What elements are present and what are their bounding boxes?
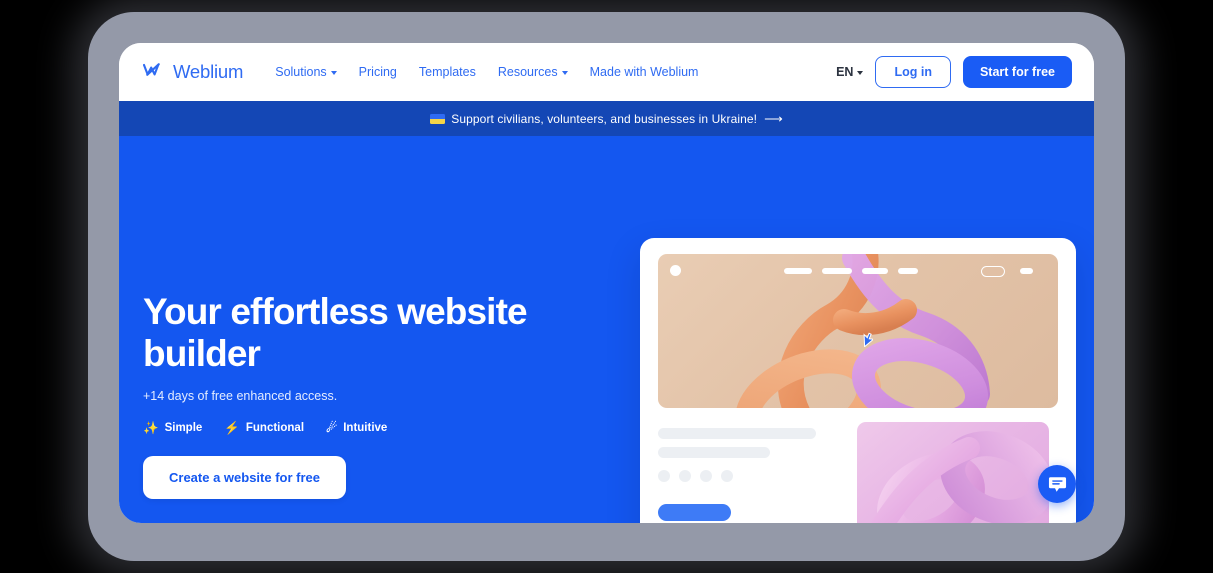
- lightning-bolt-icon: ⚡: [224, 420, 240, 435]
- weblium-logo-mark-icon: [142, 62, 166, 83]
- mockup-nav-bar: [898, 268, 918, 274]
- menu-item-label: Pricing: [358, 65, 397, 79]
- mockup-dot: [679, 470, 691, 482]
- feature-badge-label: Intuitive: [343, 421, 388, 434]
- chevron-down-icon: [330, 71, 337, 75]
- hero-section: Your effortless website builder +14 days…: [119, 136, 1094, 523]
- menu-item-pricing[interactable]: Pricing: [359, 65, 397, 79]
- mockup-text-line: [658, 428, 816, 439]
- hero-title: Your effortless website builder: [143, 291, 528, 374]
- start-for-free-button[interactable]: Start for free: [962, 56, 1072, 88]
- menu-item-resources[interactable]: Resources: [498, 65, 568, 79]
- mockup-nav-placeholders: [658, 265, 1058, 277]
- mockup-nav-bar: [1020, 268, 1033, 274]
- mockup-dot: [721, 470, 733, 482]
- brand-logo[interactable]: Weblium: [142, 61, 244, 83]
- abstract-3d-pink-knot-illustration: [870, 431, 1049, 523]
- menu-item-label: Resources: [497, 65, 558, 79]
- support-ukraine-banner[interactable]: Support civilians, volunteers, and busin…: [119, 101, 1094, 136]
- main-menu: Solutions Pricing Templates Resources Ma…: [275, 65, 698, 79]
- mockup-nav-bar: [862, 268, 888, 274]
- mockup-nav-pill: [981, 265, 1005, 277]
- menu-item-templates[interactable]: Templates: [419, 65, 476, 79]
- hero-subtitle: +14 days of free enhanced access.: [143, 388, 338, 403]
- nav-right-actions: EN Log in Start for free: [836, 56, 1072, 88]
- mockup-content-row: [658, 422, 1058, 523]
- feature-badge-intuitive: ☄ Intuitive: [326, 422, 387, 435]
- language-label: EN: [836, 65, 854, 79]
- menu-item-label: Templates: [418, 65, 476, 79]
- cursor-pointer-icon: [860, 332, 875, 352]
- feature-badge-label: Functional: [245, 421, 305, 434]
- arrow-right-icon: ⟶: [764, 110, 783, 126]
- mockup-dot: [700, 470, 712, 482]
- abstract-3d-knot-illustration: [734, 254, 990, 408]
- mockup-text-line: [658, 447, 770, 458]
- menu-item-solutions[interactable]: Solutions: [275, 65, 337, 79]
- browser-page-surface: Weblium Solutions Pricing Templates Reso…: [119, 43, 1094, 523]
- chevron-down-icon: [857, 71, 864, 75]
- menu-item-made-with-weblium[interactable]: Made with Weblium: [590, 65, 699, 79]
- feature-badge-simple: ✨ Simple: [143, 422, 202, 435]
- top-navigation-bar: Weblium Solutions Pricing Templates Reso…: [119, 43, 1094, 101]
- feature-badge-label: Simple: [164, 421, 203, 434]
- mockup-text-placeholders: [658, 422, 843, 523]
- login-button[interactable]: Log in: [875, 56, 951, 88]
- chat-widget-button[interactable]: [1038, 465, 1076, 503]
- chat-bubble-icon: [1048, 476, 1066, 492]
- mockup-nav-bar: [822, 268, 852, 274]
- website-preview-mockup[interactable]: [640, 238, 1076, 523]
- mockup-dot: [658, 470, 670, 482]
- create-website-button[interactable]: Create a website for free: [143, 456, 347, 500]
- menu-item-label: Solutions: [275, 65, 327, 79]
- mockup-dot-list: [658, 470, 843, 482]
- banner-text: Support civilians, volunteers, and busin…: [451, 111, 758, 126]
- hero-feature-badges: ✨ Simple ⚡ Functional ☄ Intuitive: [143, 422, 573, 435]
- hero-copy: Your effortless website builder +14 days…: [143, 291, 573, 500]
- comet-icon: ☄: [326, 420, 338, 435]
- mockup-image-card: [857, 422, 1049, 523]
- sparkles-icon: ✨: [143, 420, 159, 435]
- language-switcher[interactable]: EN: [836, 65, 864, 79]
- menu-item-label: Made with Weblium: [589, 65, 699, 79]
- feature-badge-functional: ⚡ Functional: [224, 422, 304, 435]
- mockup-nav-bar: [784, 268, 812, 274]
- brand-name: Weblium: [173, 61, 244, 82]
- mockup-cta-placeholder: [658, 504, 731, 521]
- mockup-hero-banner: [658, 254, 1058, 408]
- ukraine-flag-icon: [430, 113, 446, 124]
- chevron-down-icon: [561, 71, 568, 75]
